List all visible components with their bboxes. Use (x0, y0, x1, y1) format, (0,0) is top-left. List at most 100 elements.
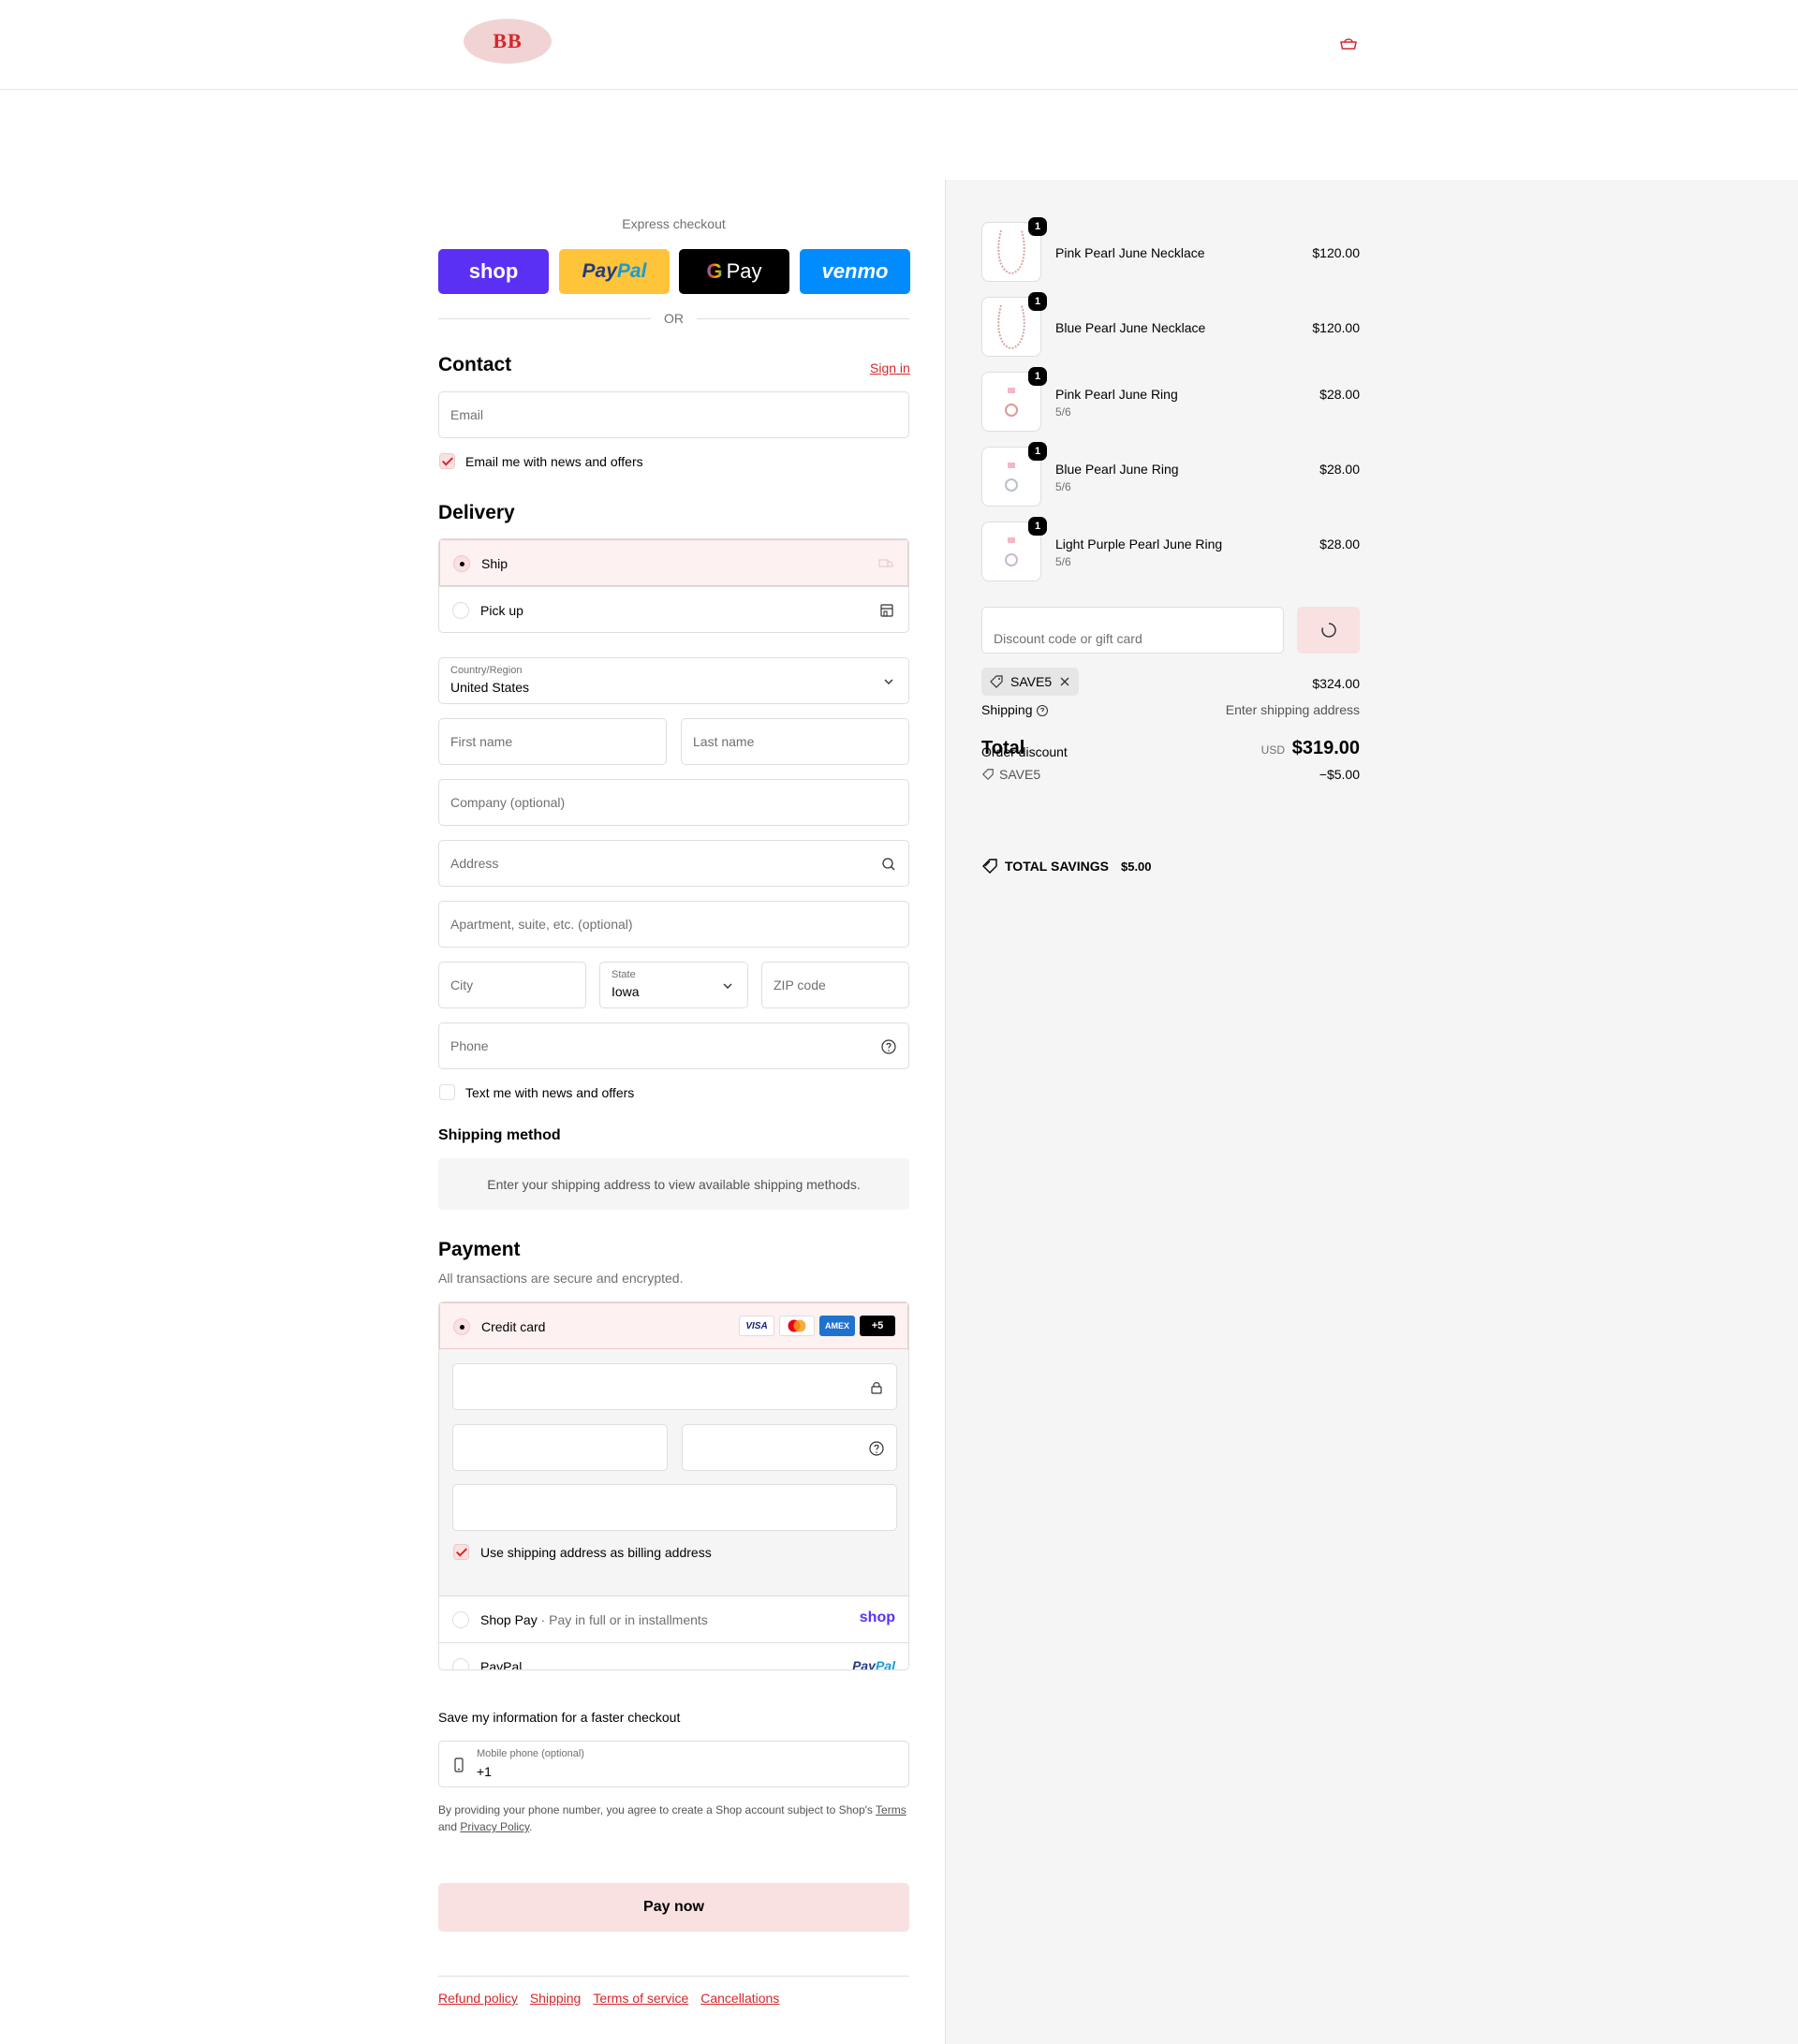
item-price: $28.00 (1319, 462, 1360, 477)
help-icon[interactable] (880, 1038, 897, 1055)
shop-pay-label: Shop Pay · Pay in full or in installment… (480, 1612, 708, 1627)
city-placeholder: City (450, 978, 474, 993)
store-logo[interactable]: BB (464, 19, 552, 64)
footer-links: Refund policy Shipping Terms of service … (438, 1991, 779, 2006)
currency-code: USD (1260, 743, 1285, 757)
mobile-phone-value: +1 (477, 1764, 492, 1779)
or-divider: OR (438, 311, 909, 326)
shop-pay-express-button[interactable]: shop (438, 249, 549, 294)
last-name-field[interactable]: Last name (681, 718, 909, 765)
product-thumbnail: 1 (981, 517, 1047, 581)
discount-placeholder: Discount code or gift card (994, 631, 1142, 646)
legal-and: and (438, 1820, 458, 1833)
company-field[interactable]: Company (optional) (438, 779, 909, 826)
quantity-badge: 1 (1028, 442, 1047, 461)
paypal-logo: PayPal (852, 1658, 895, 1669)
divider-line (438, 317, 651, 319)
total-savings-label: TOTAL SAVINGS (1005, 859, 1109, 874)
applied-discount-chip: SAVE5 (981, 668, 1080, 696)
pickup-radio[interactable] (452, 602, 469, 619)
subtotal-value: $324.00 (1312, 676, 1360, 691)
delivery-method-group: Ship Pick up (438, 538, 909, 633)
text-news-checkbox[interactable] (439, 1084, 455, 1100)
visa-icon: VISA (739, 1316, 774, 1336)
venmo-express-button[interactable]: venmo (800, 249, 910, 294)
google-g-icon: G (706, 259, 723, 283)
item-name: Pink Pearl June Ring (1055, 387, 1178, 402)
address-field[interactable]: Address (438, 840, 909, 887)
help-icon[interactable] (1036, 704, 1049, 717)
google-pay-express-button[interactable]: G Pay (679, 249, 789, 294)
mastercard-icon (779, 1316, 815, 1336)
express-checkout-label: Express checkout (622, 216, 726, 231)
email-news-checkbox[interactable] (439, 453, 455, 469)
venmo-logo: venmo (821, 259, 889, 283)
cart-icon[interactable] (1338, 36, 1359, 52)
chevron-down-icon (723, 983, 732, 989)
city-field[interactable]: City (438, 962, 586, 1008)
shop-pay-subtitle: Pay in full or in installments (549, 1612, 708, 1627)
quantity-badge: 1 (1028, 292, 1047, 311)
ship-radio[interactable] (453, 555, 470, 572)
first-name-field[interactable]: First name (438, 718, 667, 765)
delivery-option-ship[interactable]: Ship (439, 539, 908, 586)
logo-text: BB (493, 29, 523, 52)
total-savings: TOTAL SAVINGS $5.00 (981, 858, 1152, 875)
legal-period: . (529, 1820, 533, 1833)
payment-option-shop-pay[interactable]: Shop Pay · Pay in full or in installment… (439, 1595, 908, 1642)
country-select[interactable]: Country/Region United States (438, 657, 909, 704)
terms-link[interactable]: Terms (876, 1803, 906, 1816)
card-number-field[interactable] (452, 1363, 897, 1410)
card-expiry-field[interactable] (452, 1424, 668, 1471)
email-field[interactable]: Email (438, 391, 909, 438)
shipping-policy-link[interactable]: Shipping (530, 1991, 582, 2006)
shop-pay-radio[interactable] (452, 1611, 469, 1628)
shop-pay-logo: shop (859, 1610, 895, 1625)
refund-policy-link[interactable]: Refund policy (438, 1991, 518, 2006)
total-value: $319.00 (1291, 738, 1360, 758)
paypal-express-button[interactable]: Pay Pal (559, 249, 670, 294)
item-price: $28.00 (1319, 387, 1360, 402)
billing-address-label: Use shipping address as billing address (480, 1545, 712, 1560)
divider-line (697, 317, 909, 319)
help-icon[interactable] (868, 1440, 885, 1457)
payment-heading: Payment (438, 1239, 521, 1260)
terms-of-service-link[interactable]: Terms of service (593, 1991, 688, 2006)
zip-placeholder: ZIP code (774, 978, 826, 993)
paypal-radio[interactable] (452, 1658, 469, 1669)
shipping-method-notice: Enter your shipping address to view avai… (438, 1158, 909, 1210)
payment-method-group: Credit card Use shipping address as bill… (438, 1301, 909, 1670)
email-news-label: Email me with news and offers (465, 454, 643, 469)
discount-code-field[interactable]: Discount code or gift card (981, 607, 1284, 654)
cancellations-link[interactable]: Cancellations (700, 1991, 779, 2006)
ship-label: Ship (481, 556, 508, 571)
payment-option-paypal[interactable]: PayPal PayPal (439, 1642, 908, 1669)
pay-now-button[interactable]: Pay now (438, 1883, 909, 1932)
credit-card-radio[interactable] (453, 1318, 470, 1335)
card-security-code-field[interactable] (682, 1424, 897, 1471)
privacy-policy-link[interactable]: Privacy Policy (460, 1820, 529, 1833)
paypal-logo-pay: Pay (582, 260, 617, 282)
order-discount-value: −$5.00 (1319, 767, 1360, 782)
remove-discount-icon[interactable] (1058, 675, 1071, 688)
country-value: United States (450, 680, 530, 695)
apartment-field[interactable]: Apartment, suite, etc. (optional) (438, 901, 909, 948)
state-select[interactable]: State Iowa (599, 962, 748, 1008)
save-info-legal: By providing your phone number, you agre… (438, 1801, 909, 1835)
quantity-badge: 1 (1028, 367, 1047, 386)
sign-in-link[interactable]: Sign in (870, 360, 910, 375)
total-savings-value: $5.00 (1120, 859, 1152, 874)
phone-field[interactable]: Phone (438, 1022, 909, 1069)
delivery-heading: Delivery (438, 502, 515, 523)
apply-discount-button[interactable] (1297, 607, 1360, 654)
billing-address-checkbox[interactable] (453, 1544, 469, 1560)
delivery-option-pickup[interactable]: Pick up (439, 586, 908, 632)
email-placeholder: Email (450, 407, 484, 422)
search-icon (882, 858, 895, 871)
tag-icon (981, 769, 994, 781)
quantity-badge: 1 (1028, 517, 1047, 536)
zip-field[interactable]: ZIP code (761, 962, 909, 1008)
mobile-phone-field[interactable]: Mobile phone (optional) +1 (438, 1741, 909, 1787)
google-pay-label: Pay (726, 259, 762, 283)
card-name-field[interactable] (452, 1484, 897, 1531)
